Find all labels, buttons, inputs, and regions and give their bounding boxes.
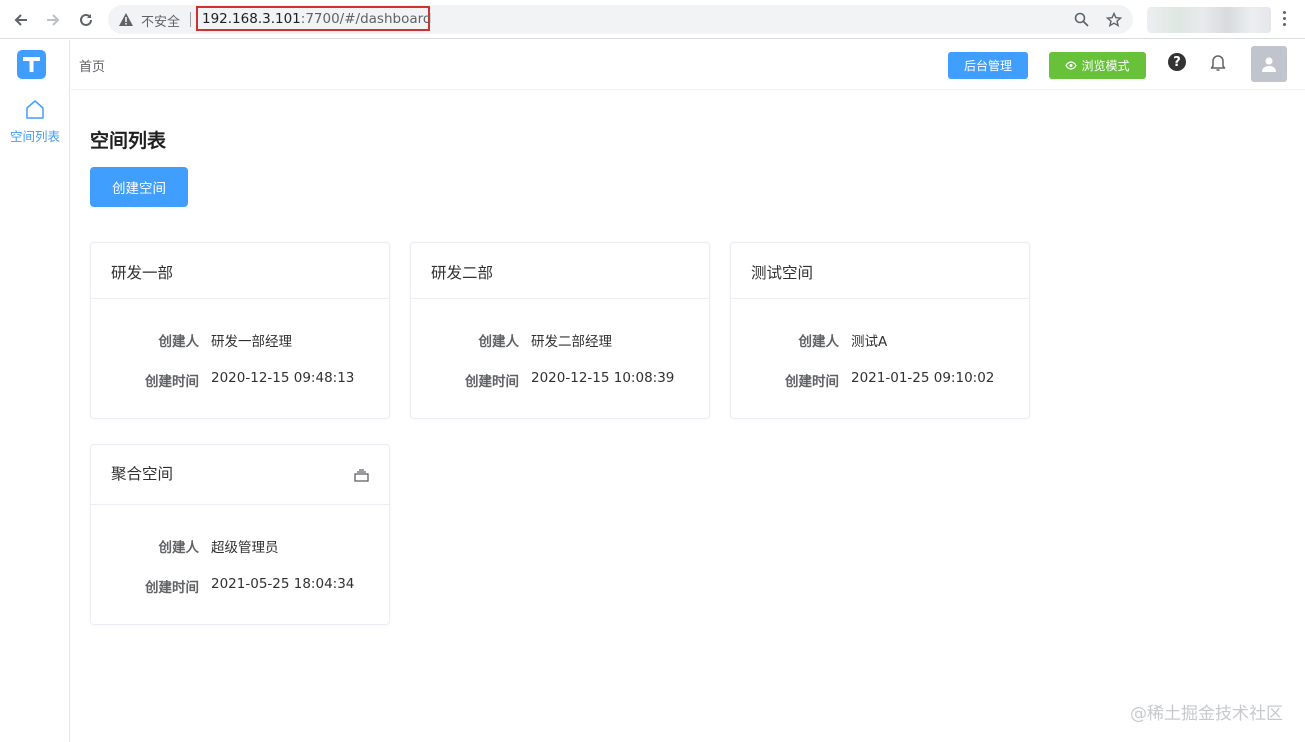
creator-key: 创建人: [158, 540, 200, 556]
zoom-icon[interactable]: [1074, 12, 1089, 31]
admin-button[interactable]: 后台管理: [948, 52, 1028, 79]
created-time-value: 2020-12-15 10:08:39: [531, 370, 675, 386]
card-header: 研发一部: [91, 243, 389, 299]
created-time-value: 2020-12-15 09:48:13: [211, 370, 355, 386]
bookmark-star-icon[interactable]: [1105, 11, 1123, 32]
reload-icon[interactable]: [74, 8, 98, 32]
space-card[interactable]: 研发一部 创建人 研发一部经理 创建时间 2020-12-15 09:48:13: [90, 242, 390, 419]
creator-value: 研发二部经理: [531, 334, 612, 350]
space-name[interactable]: 研发一部: [111, 261, 173, 283]
created-time-key: 创建时间: [145, 374, 199, 390]
sidebar-item-space-list[interactable]: 空间列表: [0, 98, 70, 145]
sidebar-item-label: 空间列表: [9, 129, 60, 144]
insecure-label[interactable]: 不安全: [141, 11, 180, 30]
forward-icon[interactable]: [41, 8, 65, 32]
bell-icon[interactable]: [1209, 53, 1227, 76]
created-time-value: 2021-05-25 18:04:34: [211, 576, 355, 592]
watermark: @稀土掘金技术社区: [1130, 704, 1283, 724]
created-time-key: 创建时间: [145, 580, 199, 596]
page-title: 空间列表: [90, 130, 167, 152]
created-time-value: 2021-01-25 09:10:02: [851, 370, 995, 386]
create-space-button[interactable]: 创建空间: [90, 167, 188, 207]
creator-value: 超级管理员: [211, 540, 279, 556]
top-header: 首页 后台管理 浏览模式 ?: [71, 40, 1305, 90]
home-icon: [24, 100, 46, 124]
space-name[interactable]: 测试空间: [751, 261, 813, 283]
create-space-label: 创建空间: [112, 181, 166, 197]
space-card[interactable]: 研发二部 创建人 研发二部经理 创建时间 2020-12-15 10:08:39: [410, 242, 710, 419]
created-time-key: 创建时间: [785, 374, 839, 390]
breadcrumb[interactable]: 首页: [79, 56, 105, 75]
omnibox-divider: [190, 12, 191, 27]
space-name[interactable]: 聚合空间: [111, 462, 173, 484]
url-text[interactable]: 192.168.3.101:7700/#/dashboard: [202, 11, 432, 27]
help-icon[interactable]: ?: [1168, 53, 1186, 71]
extensions-area-blurred: [1147, 7, 1271, 33]
browse-mode-button[interactable]: 浏览模式: [1049, 52, 1146, 79]
help-glyph: ?: [1173, 54, 1181, 70]
space-card[interactable]: 聚合空间 创建人 超级管理员 创建时间 2021-05-25 18:04:34: [90, 444, 390, 625]
card-header: 聚合空间: [91, 445, 389, 505]
browser-toolbar: 不安全 192.168.3.101:7700/#/dashboard: [0, 0, 1305, 39]
warning-icon[interactable]: [118, 12, 134, 31]
url-highlight-box: 192.168.3.101:7700/#/dashboard: [196, 6, 432, 31]
creator-key: 创建人: [478, 334, 520, 350]
created-time-key: 创建时间: [465, 374, 519, 390]
space-card[interactable]: 测试空间 创建人 测试A 创建时间 2021-01-25 09:10:02: [730, 242, 1030, 419]
creator-key: 创建人: [798, 334, 840, 350]
layers-icon: [354, 467, 369, 486]
admin-button-label: 后台管理: [963, 59, 1012, 73]
browse-mode-label: 浏览模式: [1081, 59, 1130, 73]
card-header: 测试空间: [731, 243, 1029, 299]
creator-key: 创建人: [158, 334, 200, 350]
creator-value: 研发一部经理: [211, 334, 292, 350]
sidebar: 空间列表: [0, 40, 70, 742]
more-menu-icon[interactable]: [1277, 9, 1291, 31]
back-icon[interactable]: [9, 8, 33, 32]
creator-value: 测试A: [851, 334, 888, 350]
card-header: 研发二部: [411, 243, 709, 299]
space-name[interactable]: 研发二部: [431, 261, 493, 283]
avatar[interactable]: [1251, 46, 1287, 82]
eye-icon: [1065, 59, 1078, 73]
app-logo[interactable]: [17, 50, 46, 79]
